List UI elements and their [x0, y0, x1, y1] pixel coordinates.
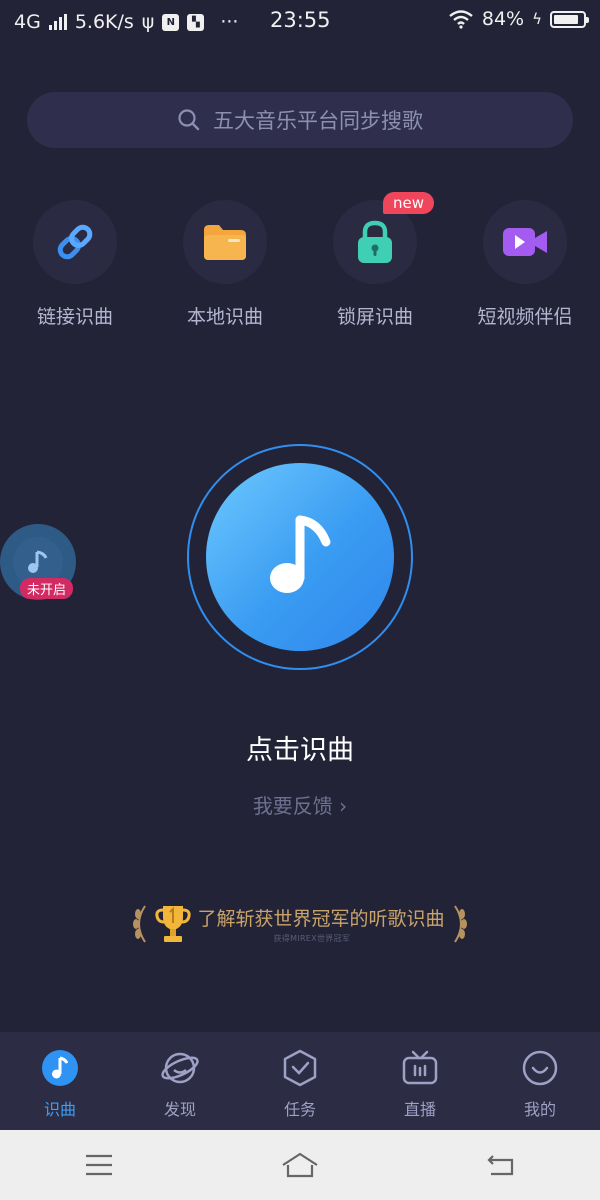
feature-label: 本地识曲	[186, 306, 263, 328]
app-notification-icon: ▚	[187, 13, 205, 31]
network-type: 4G	[14, 11, 41, 33]
award-banner[interactable]: 了解斩获世界冠军的听歌识曲 获得MIREX世界冠军	[120, 898, 480, 950]
trophy-icon	[155, 906, 192, 942]
feature-short-video-companion[interactable]: 短视频伴侣	[450, 200, 600, 330]
feature-label: 链接识曲	[36, 306, 113, 328]
feature-label: 锁屏识曲	[336, 306, 413, 328]
tab-label: 识曲	[43, 1100, 76, 1119]
tab-label: 发现	[163, 1100, 196, 1119]
search-icon	[178, 109, 200, 131]
new-badge: new	[383, 192, 435, 214]
wifi-icon	[449, 10, 473, 29]
tab-label: 我的	[523, 1100, 556, 1119]
nfc-icon: N	[162, 13, 180, 31]
music-note-icon	[270, 515, 331, 593]
search-placeholder: 五大音乐平台同步搜歌	[213, 109, 423, 133]
bottom-tab-bar: 识曲 发现 任务 直播 我的	[0, 1032, 600, 1130]
home-icon[interactable]	[280, 1151, 320, 1179]
award-text-wrap: 了解斩获世界冠军的听歌识曲 获得MIREX世界冠军	[197, 904, 444, 944]
feature-icon-circle	[483, 200, 567, 284]
tab-recognize[interactable]: 识曲	[0, 1032, 120, 1130]
recognize-button[interactable]	[206, 463, 394, 651]
award-text: 了解斩获世界冠军的听歌识曲	[197, 908, 445, 930]
feature-icon-circle	[33, 200, 117, 284]
tab-tasks[interactable]: 任务	[240, 1032, 360, 1130]
tab-label: 任务	[283, 1100, 316, 1119]
system-nav-bar	[0, 1130, 600, 1200]
tab-live[interactable]: 直播	[360, 1032, 480, 1130]
smile-face-icon	[522, 1050, 558, 1086]
search-bar[interactable]: 五大音乐平台同步搜歌	[27, 92, 573, 148]
feature-local-recognize[interactable]: 本地识曲	[150, 200, 300, 330]
task-shield-icon	[283, 1049, 317, 1087]
tab-discover[interactable]: 发现	[120, 1032, 240, 1130]
battery-icon	[550, 10, 589, 28]
feature-icon-circle	[183, 200, 267, 284]
award-subtext: 获得MIREX世界冠军	[273, 934, 351, 943]
feature-lockscreen-recognize[interactable]: new 锁屏识曲	[300, 192, 450, 330]
network-speed: 5.6K/s	[74, 11, 134, 33]
usb-icon: ψ	[141, 11, 155, 33]
clock: 23:55	[270, 8, 331, 32]
lock-icon	[358, 220, 392, 263]
recognize-title: 点击识曲	[246, 735, 354, 766]
laurel-right-icon	[453, 905, 467, 943]
charging-icon: ϟ	[532, 10, 542, 28]
video-icon	[503, 228, 547, 256]
status-right: 84% ϟ	[448, 8, 589, 30]
widget-status-tag: 未开启	[20, 578, 74, 599]
tab-icon	[160, 1048, 200, 1088]
tv-icon	[402, 1050, 438, 1085]
feature-icon-circle: new	[333, 192, 435, 284]
tab-icon	[280, 1048, 320, 1088]
music-note-icon	[42, 1050, 78, 1086]
status-left: 4G 5.6K/s ψ N ▚ ···	[14, 11, 238, 33]
planet-icon	[161, 1052, 199, 1084]
link-icon	[57, 224, 93, 260]
folder-icon	[204, 225, 246, 260]
battery-percent: 84%	[481, 8, 525, 30]
tab-mine[interactable]: 我的	[480, 1032, 600, 1130]
tab-icon	[40, 1048, 80, 1088]
tab-icon	[400, 1048, 440, 1088]
menu-icon[interactable]	[83, 1152, 115, 1178]
status-bar: 4G 5.6K/s ψ N ▚ ··· 23:55 84% ϟ	[0, 0, 600, 44]
tab-label: 直播	[403, 1100, 436, 1119]
back-icon[interactable]	[485, 1152, 517, 1178]
laurel-left-icon	[133, 905, 147, 943]
tab-icon	[520, 1048, 560, 1088]
music-note-icon	[28, 550, 48, 573]
feature-link-recognize[interactable]: 链接识曲	[0, 200, 150, 330]
signal-icon	[48, 14, 67, 30]
more-notifications: ···	[220, 11, 239, 33]
feedback-link[interactable]: 我要反馈 ›	[0, 790, 600, 819]
feature-label: 短视频伴侣	[477, 306, 573, 328]
